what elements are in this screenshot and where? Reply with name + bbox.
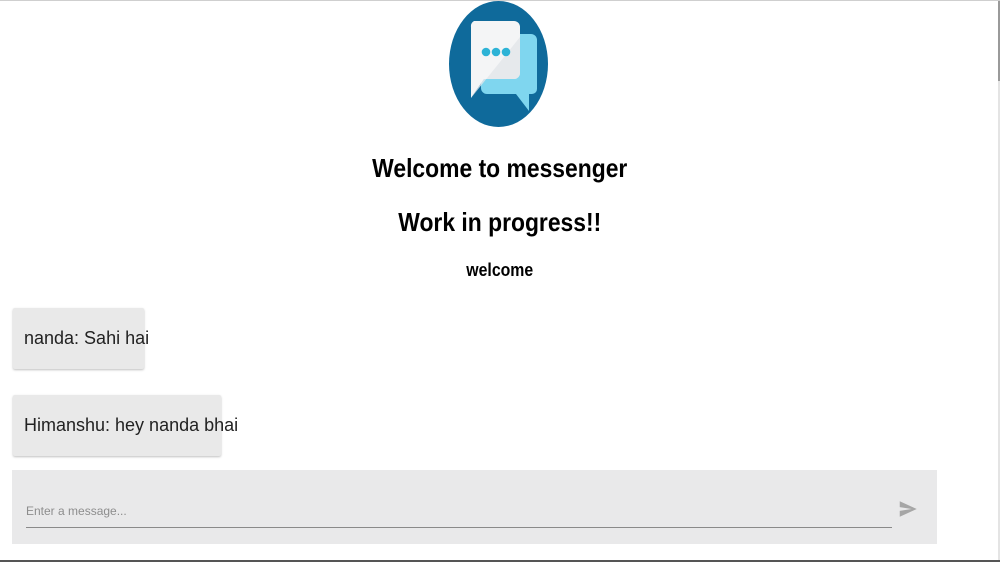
welcome-heading: welcome xyxy=(466,260,534,280)
status-heading: Work in progress!! xyxy=(398,207,602,237)
message-item: nanda: Sahi hai xyxy=(13,308,149,369)
message-composer xyxy=(12,470,937,544)
message-input[interactable] xyxy=(26,495,892,528)
chat-bubbles-icon xyxy=(449,1,548,127)
messenger-page: Welcome to messenger Work in progress!! … xyxy=(0,0,1000,562)
send-icon[interactable] xyxy=(897,498,919,520)
message-item: Himanshu: hey nanda bhai xyxy=(13,395,238,456)
page-title: Welcome to messenger xyxy=(372,153,628,183)
